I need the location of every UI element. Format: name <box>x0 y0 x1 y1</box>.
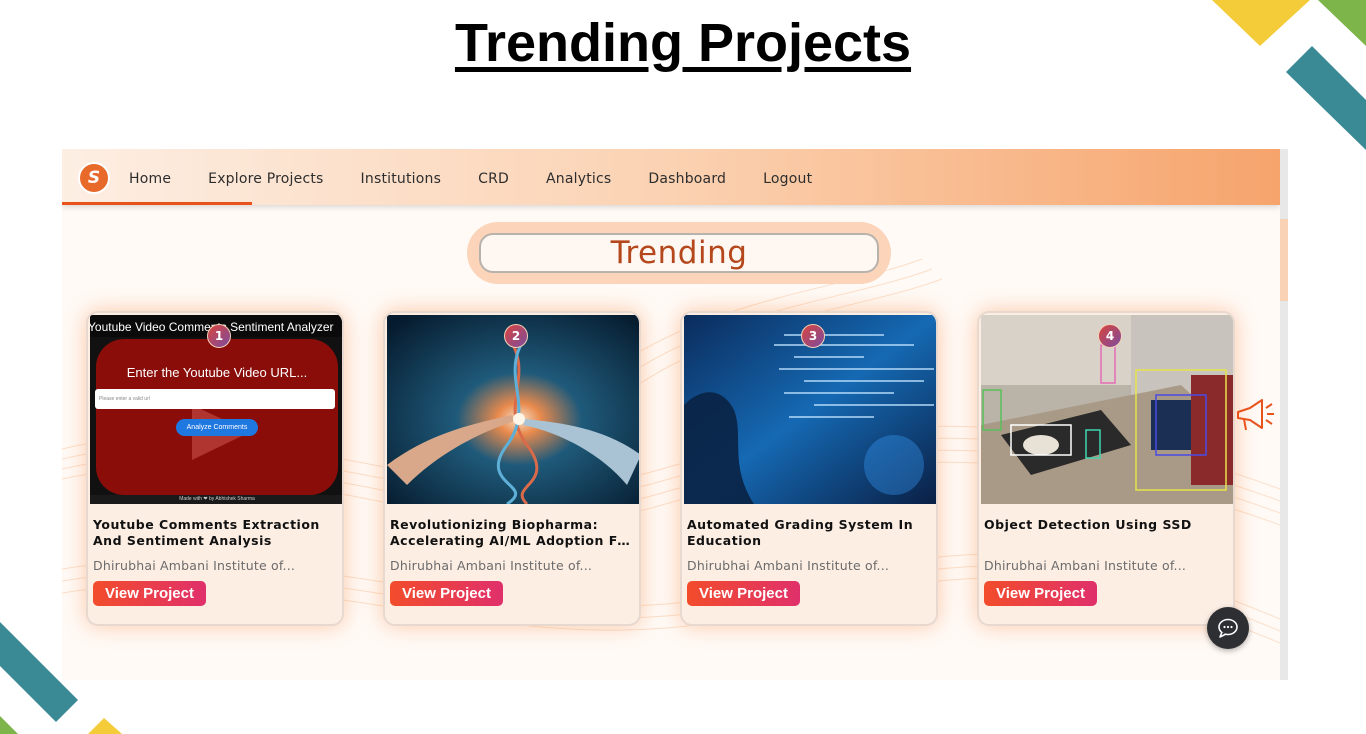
project-card-4[interactable]: 4 Object Detection Using SSD Dhirubhai A… <box>977 311 1235 626</box>
active-nav-indicator <box>62 202 252 205</box>
project-card-3[interactable]: 3 Automated Grading System In Education … <box>680 311 938 626</box>
nav-logout[interactable]: Logout <box>763 149 812 205</box>
project-title: Revolutionizing Biopharma: Accelerating … <box>390 517 636 548</box>
project-thumbnail: Youtube Video Comments Sentiment Analyze… <box>90 315 342 504</box>
scrollbar-thumb[interactable] <box>1280 219 1288 301</box>
project-title: Automated Grading System In Education <box>687 517 914 548</box>
project-thumbnail: 3 <box>684 315 936 504</box>
logo-icon[interactable]: S <box>78 162 110 194</box>
nav-explore-projects[interactable]: Explore Projects <box>208 149 323 205</box>
nav-analytics[interactable]: Analytics <box>546 149 611 205</box>
project-thumbnail: 4 <box>981 315 1233 504</box>
view-project-button[interactable]: View Project <box>984 581 1097 606</box>
project-institution: Dhirubhai Ambani Institute of... <box>390 558 593 573</box>
trending-label: Trending <box>479 233 879 273</box>
project-card-1[interactable]: Youtube Video Comments Sentiment Analyze… <box>86 311 344 626</box>
project-title: Object Detection Using SSD <box>984 517 1192 532</box>
thumbnail-prompt: Enter the Youtube Video URL... <box>126 365 308 380</box>
nav-home[interactable]: Home <box>129 149 171 205</box>
project-institution: Dhirubhai Ambani Institute of... <box>687 558 890 573</box>
view-project-button[interactable]: View Project <box>93 581 206 606</box>
nav-crd[interactable]: CRD <box>478 149 509 205</box>
project-thumbnail: 2 <box>387 315 639 504</box>
project-institution: Dhirubhai Ambani Institute of... <box>93 558 296 573</box>
rank-badge: 2 <box>504 324 528 348</box>
project-institution: Dhirubhai Ambani Institute of... <box>984 558 1187 573</box>
megaphone-icon <box>1237 399 1274 431</box>
trending-header: Trending <box>467 222 891 284</box>
rank-badge: 3 <box>801 324 825 348</box>
rank-badge: 4 <box>1098 324 1122 348</box>
chat-icon <box>1218 618 1238 638</box>
navbar: S Home Explore Projects Institutions CRD… <box>62 149 1280 205</box>
thumbnail-url-input: Please enter a valid url <box>95 389 335 409</box>
nav-institutions[interactable]: Institutions <box>361 149 442 205</box>
view-project-button[interactable]: View Project <box>687 581 800 606</box>
chat-button[interactable] <box>1207 607 1249 649</box>
app-screenshot: S Home Explore Projects Institutions CRD… <box>62 149 1288 680</box>
rank-badge: 1 <box>207 324 231 348</box>
scrollbar[interactable] <box>1280 149 1288 680</box>
nav-dashboard[interactable]: Dashboard <box>648 149 726 205</box>
view-project-button[interactable]: View Project <box>390 581 503 606</box>
project-title: Youtube Comments Extraction And Sentimen… <box>93 517 320 548</box>
thumbnail-analyze-button: Analyze Comments <box>176 419 258 436</box>
thumbnail-footer: Made with ❤ by Abhishek Sharma <box>179 496 255 502</box>
slide-title: Trending Projects <box>454 13 912 73</box>
project-card-2[interactable]: 2 Revolutionizing Biopharma: Acceleratin… <box>383 311 641 626</box>
